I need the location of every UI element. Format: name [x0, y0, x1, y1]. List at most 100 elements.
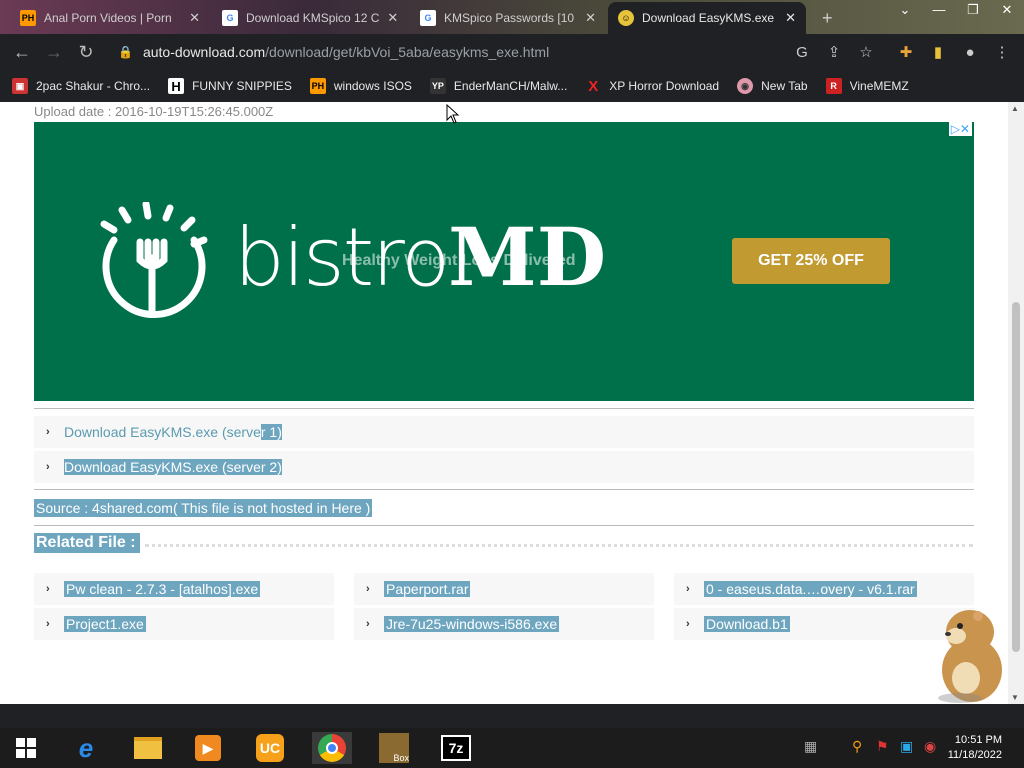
bookmark-label: FUNNY SNIPPIES — [192, 79, 292, 93]
bookmark-label: EnderManCH/Malw... — [453, 79, 568, 93]
bookmark-icon: ▣ — [12, 78, 28, 94]
bookmark-item[interactable]: H FUNNY SNIPPIES — [168, 78, 292, 94]
tab-3[interactable]: G KMSpico Passwords [10 ✕ — [410, 2, 606, 34]
tab-title: Anal Porn Videos | Porn — [44, 11, 172, 25]
minimize-icon[interactable]: — — [922, 0, 956, 20]
related-file-name: Project1.exe — [64, 616, 146, 632]
google-icon: G — [420, 10, 436, 26]
download-link-server-2[interactable]: › Download EasyKMS.exe (server 2) — [34, 451, 974, 483]
bookmark-icon: H — [168, 78, 185, 94]
related-file-name: Pw clean - 2.7.3 - [atalhos].exe — [64, 581, 261, 597]
download-link-highlight: Download EasyKMS.exe (server 2) — [64, 459, 282, 475]
tray-app-icon[interactable]: ▦ — [804, 738, 817, 755]
forward-icon[interactable]: → — [38, 42, 70, 63]
divider — [34, 408, 974, 409]
file-explorer-icon[interactable] — [128, 732, 168, 764]
bookmark-item[interactable]: R VineMEMZ — [825, 78, 909, 94]
tab-title: Download EasyKMS.exe — [642, 11, 775, 25]
lock-icon[interactable]: 🔒 — [118, 45, 133, 59]
tab-2[interactable]: G Download KMSpico 12 C ✕ — [212, 2, 408, 34]
new-tab-button[interactable]: + — [812, 2, 842, 34]
related-file-item[interactable]: › 0 - easeus.data.…overy - v6.1.rar — [674, 573, 974, 605]
system-clock[interactable]: 10:51 PM 11/18/2022 — [948, 733, 1002, 763]
page-content: Upload date : 2016-10-19T15:26:45.000Z ▷… — [0, 102, 1008, 704]
close-window-icon[interactable]: ✕ — [990, 0, 1024, 20]
scroll-up-icon[interactable]: ▲ — [1011, 104, 1019, 113]
taskbar: e ▶ UC Box 7z ▦ ⚲ ⚑ ▣ ◉ 10:51 PM 11/18/2… — [0, 728, 1024, 768]
bookmark-item[interactable]: ▣ 2pac Shakur - Chro... — [12, 78, 150, 94]
fork-logo-icon — [100, 202, 208, 319]
window-controls: ⌄ — ❐ ✕ — [888, 0, 1024, 20]
share-icon[interactable]: ⇪ — [818, 34, 850, 70]
scroll-down-icon[interactable]: ▼ — [1011, 693, 1019, 702]
chevron-right-icon: › — [46, 461, 50, 473]
clock-date: 11/18/2022 — [947, 749, 1002, 761]
vertical-scrollbar[interactable]: ▲ ▼ — [1008, 102, 1024, 704]
related-file-item[interactable]: › Jre-7u25-windows-i586.exe — [354, 608, 654, 640]
close-icon[interactable]: ✕ — [785, 10, 796, 26]
reload-icon[interactable]: ↻ — [70, 42, 102, 63]
chrome-icon[interactable] — [312, 732, 352, 764]
side-panel-icon[interactable]: ▮ — [922, 34, 954, 70]
dotted-divider — [145, 544, 973, 547]
related-file-item[interactable]: › Paperport.rar — [354, 573, 654, 605]
close-icon[interactable]: ✕ — [387, 10, 398, 26]
tab-1[interactable]: PH Anal Porn Videos | Porn ✕ — [10, 2, 210, 34]
hamster-desktop-pet[interactable] — [930, 600, 1010, 705]
maximize-icon[interactable]: ❐ — [956, 0, 990, 20]
related-file-item[interactable]: › Pw clean - 2.7.3 - [atalhos].exe — [34, 573, 334, 605]
start-button[interactable] — [6, 732, 46, 764]
google-lens-icon[interactable]: G — [786, 34, 818, 70]
windows-logo-icon — [16, 738, 36, 758]
clock-time: 10:51 PM — [954, 734, 1002, 746]
tab-title: Download KMSpico 12 C — [246, 11, 380, 25]
scrollbar-thumb[interactable] — [1012, 302, 1020, 652]
chevron-down-icon[interactable]: ⌄ — [888, 0, 922, 20]
bookmark-icon: YP — [429, 78, 446, 94]
divider — [34, 489, 974, 490]
search-tray-icon[interactable]: ⚲ — [852, 738, 862, 755]
globe-icon: ◉ — [737, 78, 754, 94]
bookmark-star-icon[interactable]: ☆ — [850, 34, 882, 70]
7zip-icon[interactable]: 7z — [436, 732, 476, 764]
back-icon[interactable]: ← — [6, 42, 38, 63]
url-host: auto-download.com — [142, 44, 266, 60]
network-icon[interactable]: ▣ — [900, 738, 913, 755]
divider — [34, 525, 974, 526]
flag-icon[interactable]: ⚑ — [876, 738, 889, 755]
source-note: Source : 4shared.com( This file is not h… — [34, 499, 373, 517]
chevron-right-icon: › — [686, 583, 690, 595]
bookmark-label: windows ISOS — [333, 79, 412, 93]
related-file-name: Jre-7u25-windows-i586.exe — [384, 616, 560, 632]
download-link-highlight: r 1) — [260, 424, 282, 440]
bookmark-item[interactable]: YP EnderManCH/Malw... — [429, 78, 568, 94]
media-player-icon[interactable]: ▶ — [188, 732, 228, 764]
menu-dots-icon[interactable]: ⋮ — [986, 34, 1018, 70]
address-bar[interactable]: 🔒 auto-download.com/download/get/kbVoi_5… — [106, 38, 882, 66]
uc-browser-icon[interactable]: UC — [250, 732, 290, 764]
x-icon: X — [588, 77, 599, 95]
chevron-right-icon: › — [366, 583, 370, 595]
bookmark-label: VineMEMZ — [849, 79, 909, 93]
related-file-item[interactable]: › Download.b1 — [674, 608, 974, 640]
bookmark-item[interactable]: ◉ New Tab — [737, 78, 808, 94]
bookmark-item[interactable]: PH windows ISOS — [309, 78, 412, 94]
close-icon[interactable]: ✕ — [585, 10, 596, 26]
internet-explorer-icon[interactable]: e — [66, 732, 106, 764]
adchoices-icon[interactable]: ▷✕ — [948, 122, 972, 136]
upload-date: Upload date : 2016-10-19T15:26:45.000Z — [34, 104, 274, 119]
related-file-name: 0 - easeus.data.…overy - v6.1.rar — [704, 581, 917, 597]
download-link-server-1[interactable]: › Download EasyKMS.exe (serve r 1) — [34, 416, 974, 448]
profile-avatar-icon[interactable]: ● — [954, 34, 986, 70]
related-file-item[interactable]: › Project1.exe — [34, 608, 334, 640]
ad-cta-button[interactable]: GET 25% OFF — [732, 238, 890, 284]
advertisement-banner[interactable]: ▷✕ bistroMD Healthy Weight Loss Delivere… — [34, 122, 974, 401]
extensions-icon[interactable]: ✚ — [890, 34, 922, 70]
volume-icon[interactable]: ◉ — [924, 738, 936, 755]
bonzibuddy-box-icon[interactable]: Box — [374, 732, 414, 764]
bookmark-item[interactable]: X XP Horror Download — [585, 77, 719, 95]
tab-4-active[interactable]: ☺ Download EasyKMS.exe ✕ — [608, 2, 806, 34]
browser-toolbar: ← → ↻ 🔒 auto-download.com/download/get/k… — [0, 34, 1024, 70]
close-icon[interactable]: ✕ — [189, 10, 200, 26]
chevron-right-icon: › — [46, 583, 50, 595]
